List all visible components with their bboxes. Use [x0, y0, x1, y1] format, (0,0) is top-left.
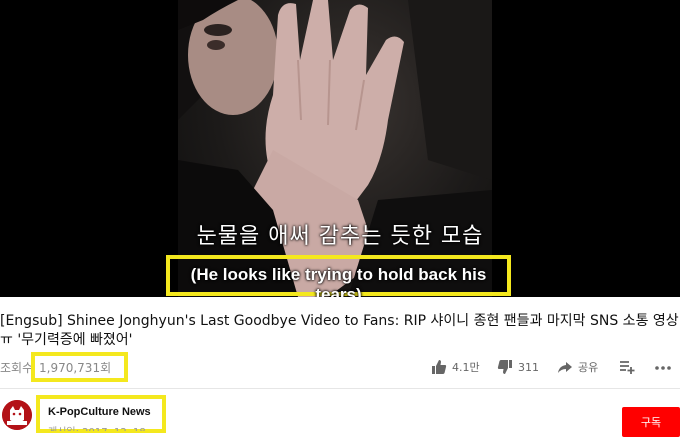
share-label: 공유: [578, 361, 599, 374]
video-still-image: [178, 0, 492, 297]
channel-row: K-PopCulture News 게시일: 2017. 12. 18. 구독: [0, 390, 680, 448]
channel-avatar[interactable]: [2, 400, 32, 430]
channel-logo-icon: [2, 400, 32, 430]
subscribe-button[interactable]: 구독: [622, 407, 680, 437]
like-count: 4.1만: [452, 361, 480, 374]
share-button[interactable]: 공유: [557, 356, 598, 378]
like-button[interactable]: 4.1만: [431, 356, 480, 378]
dislike-button[interactable]: 311: [497, 356, 539, 378]
channel-name[interactable]: K-PopCulture News: [48, 406, 151, 418]
video-player[interactable]: 눈물을 애써 감추는 듯한 모습 (He looks like trying t…: [0, 0, 680, 297]
more-dots-icon: [655, 366, 671, 370]
thumbs-up-icon: [432, 360, 447, 374]
video-frame[interactable]: [178, 0, 492, 297]
save-playlist-button[interactable]: [619, 356, 635, 378]
share-arrow-icon: [558, 362, 572, 373]
views-label: 조회수: [0, 361, 34, 375]
subscribe-label: 구독: [640, 416, 662, 429]
more-button[interactable]: [654, 356, 672, 378]
dislike-count: 311: [518, 360, 539, 374]
video-title-line-1: [Engsub] Shinee Jonghyun's Last Goodbye …: [0, 313, 680, 329]
views-count: 1,970,731회: [39, 361, 112, 375]
subtitle-korean: 눈물을 애써 감추는 듯한 모습: [196, 224, 484, 249]
thumbs-down-icon: [497, 360, 512, 374]
playlist-add-icon: [620, 361, 635, 374]
subtitle-english: (He looks like trying to hold back his t…: [190, 265, 487, 297]
divider: [0, 388, 680, 389]
video-title-line-2: ㅠ '무기력증에 빠졌어': [0, 332, 133, 348]
publish-date: 게시일: 2017. 12. 18.: [48, 423, 149, 431]
